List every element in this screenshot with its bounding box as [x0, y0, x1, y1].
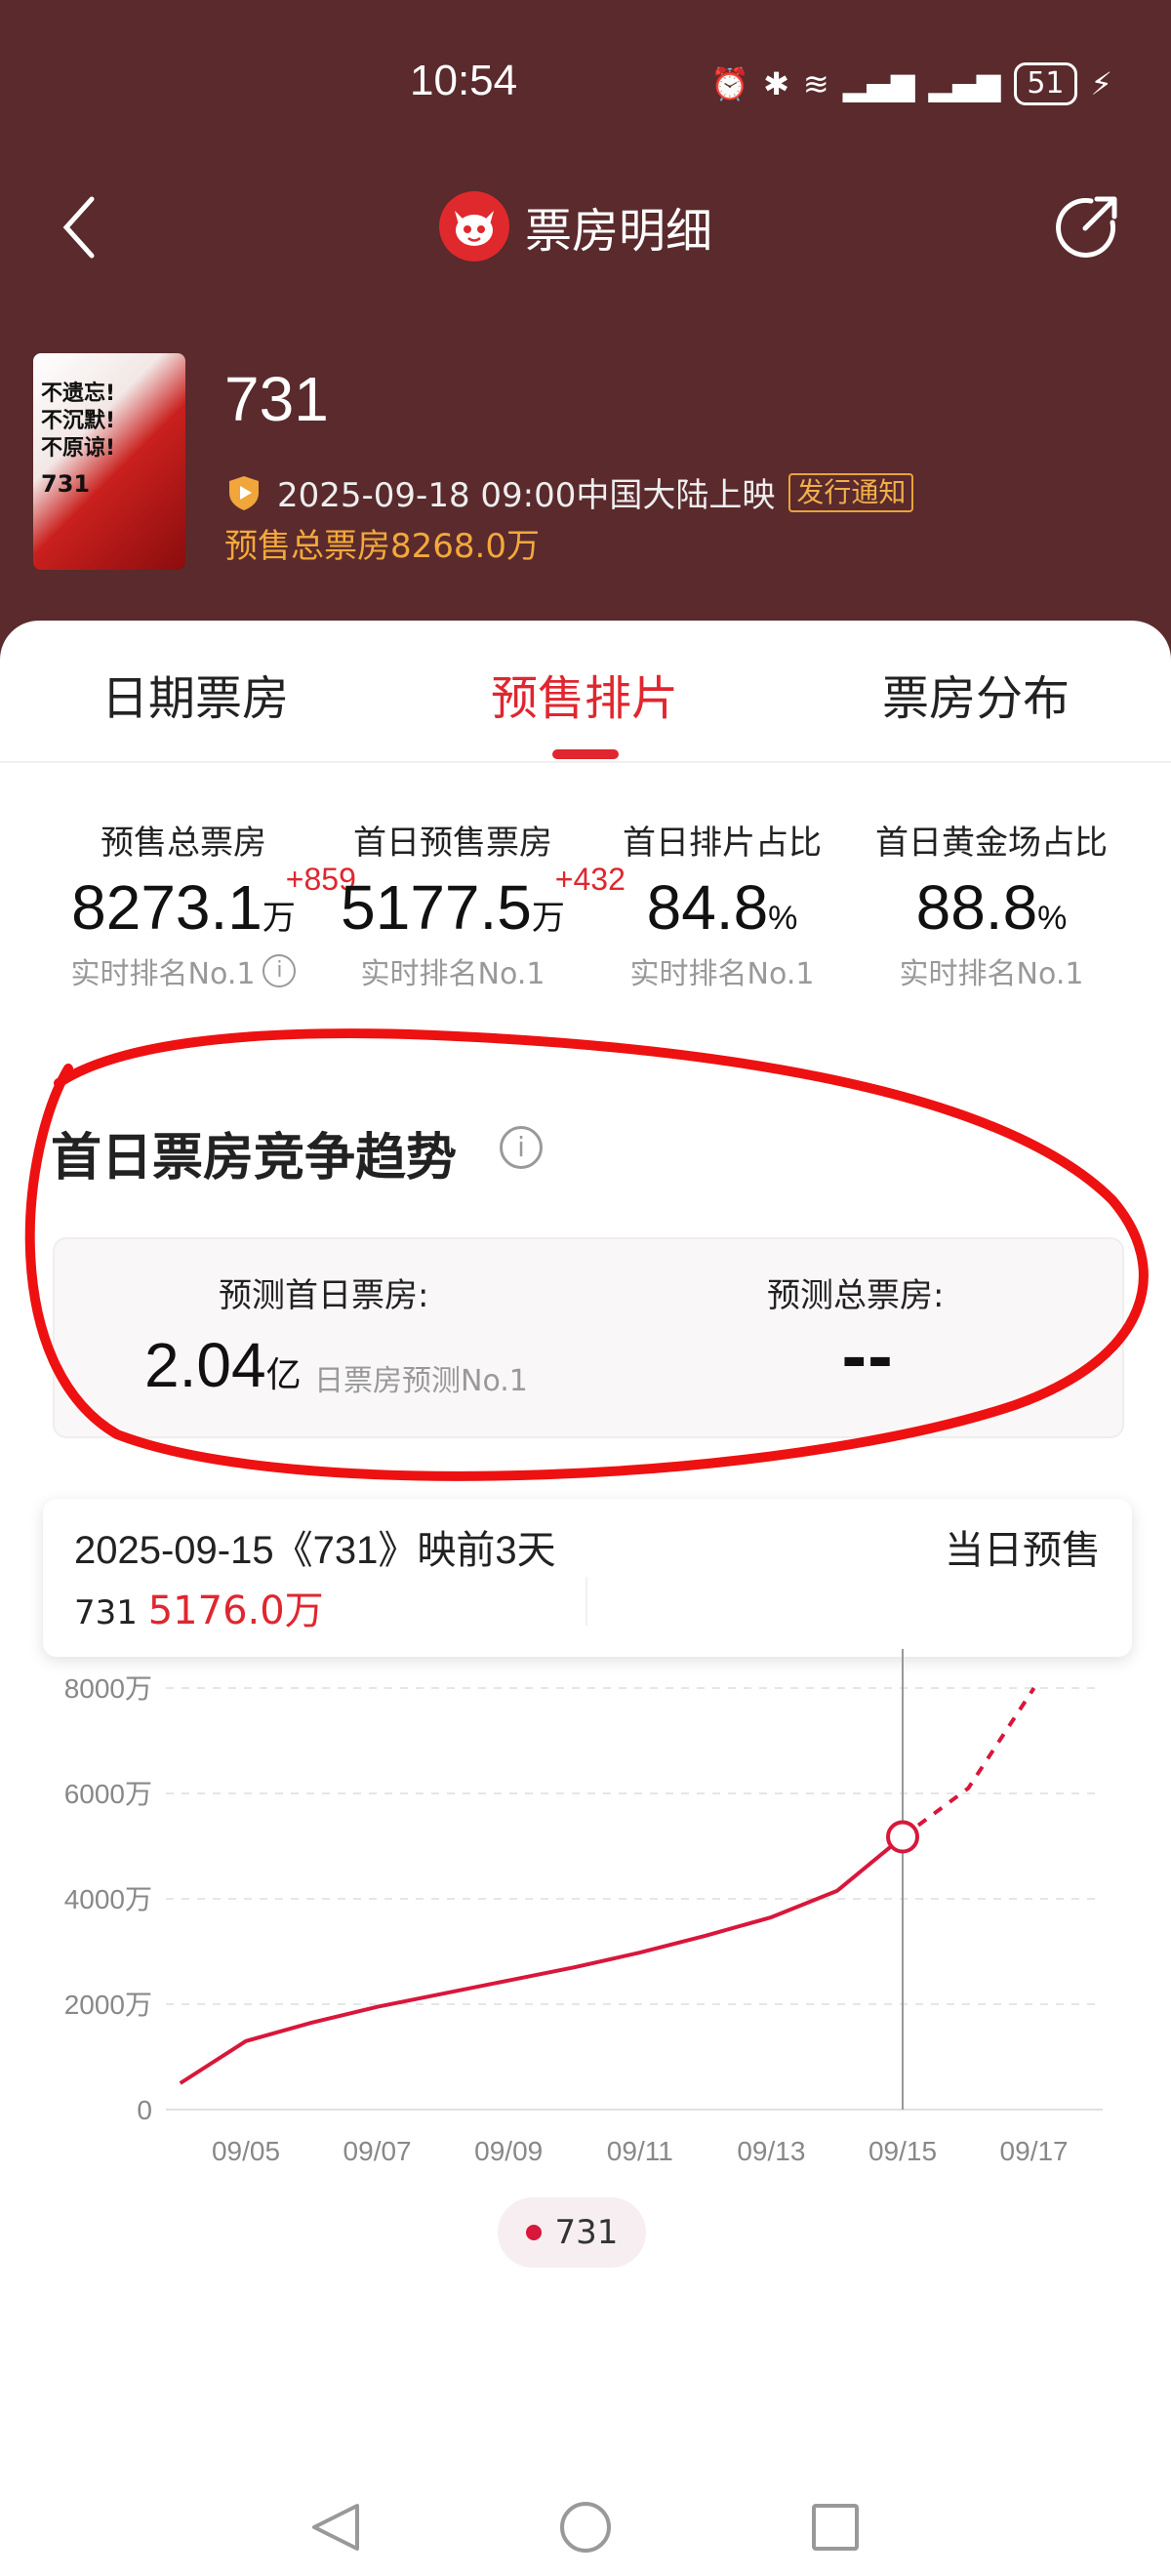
series-projection-731: [901, 1686, 1036, 1839]
tab-daily-box-office[interactable]: 日期票房: [101, 660, 289, 728]
tooltip-series: 731 5176.0万: [74, 1589, 324, 1633]
movie-poster[interactable]: 不遗忘! 不沉默! 不原谅! 731: [33, 353, 185, 570]
movie-title: 731: [224, 364, 329, 434]
maoyan-logo-icon: [439, 191, 509, 262]
nav-title-group: 票房明细: [439, 191, 712, 262]
system-nav-bar: [312, 2502, 859, 2553]
info-icon[interactable]: i: [262, 954, 297, 987]
nav-recents-icon[interactable]: [812, 2504, 859, 2551]
stat-label: 首日排片占比: [623, 824, 822, 863]
release-notify-badge[interactable]: 发行通知: [788, 472, 914, 512]
chart-tooltip: 2025-09-15《731》映前3天 当日预售 731 5176.0万: [43, 1499, 1132, 1657]
predict-total-label: 预测总票房:: [767, 1276, 945, 1315]
y-tick-label: 2000万: [64, 1990, 152, 2020]
predict-first-day-rank: 日票房预测No.1: [314, 1364, 528, 1398]
stats-row: 预售总票房 8273.1万 +859 实时排名No.1 i 首日预售票房 5177.…: [0, 816, 1171, 1011]
y-tick-label: 4000万: [64, 1884, 152, 1914]
x-tick-label: 09/11: [607, 2136, 673, 2166]
nav-bar: 票房明细: [0, 176, 1171, 273]
predict-first-day-label: 预测首日票房:: [219, 1276, 429, 1315]
tooltip-divider: [586, 1577, 587, 1626]
bluetooth-icon: ✱: [763, 65, 789, 102]
predict-total-value: --: [841, 1323, 894, 1395]
predict-first-day-value: 2.04亿: [144, 1330, 302, 1400]
stat-value: 8273.1万 +859: [71, 862, 356, 943]
box-office-trend-chart[interactable]: 0 2000万 4000万 6000万 8000万 09/05 09/07 09/09 09/1…: [0, 1649, 1171, 2195]
tab-box-office-distribution[interactable]: 票房分布: [882, 660, 1070, 728]
page-title: 票房明细: [525, 206, 713, 258]
signal-4g-icon: ▂▄▆: [842, 65, 915, 102]
status-icons: ⏰ ✱ ≋ ▂▄▆ ▂▄▆ 51 ⚡: [710, 62, 1112, 105]
stat-first-day-golden-share: 首日黄金场占比 88.8% 实时排名No.1: [855, 816, 1128, 992]
poster-title: 731: [41, 470, 91, 498]
x-tick-label: 09/13: [737, 2136, 805, 2166]
share-icon[interactable]: [1052, 191, 1122, 262]
stat-label: 首日预售票房: [353, 824, 552, 863]
stat-rank: 实时排名No.1: [899, 957, 1084, 991]
presale-total: 预售总票房8268.0万: [224, 527, 540, 566]
active-tab-indicator: [552, 749, 619, 759]
legend-label: 731: [554, 2213, 619, 2252]
stat-first-day-presale: 首日预售票房 5177.5万 +432 实时排名No.1: [316, 816, 626, 992]
signal-5g-icon: ▂▄▆: [928, 65, 1001, 102]
y-tick-label: 0: [137, 2095, 152, 2125]
prediction-box: 预测首日票房: 2.04亿 日票房预测No.1 预测总票房: --: [53, 1237, 1124, 1438]
y-tick-label: 8000万: [64, 1673, 152, 1704]
release-line: 2025-09-18 09:00中国大陆上映 发行通知: [224, 468, 914, 516]
stat-first-day-schedule-share: 首日排片占比 84.8% 实时排名No.1: [586, 816, 859, 992]
nav-home-icon[interactable]: [560, 2502, 611, 2553]
stat-value: 88.8%: [915, 872, 1068, 943]
legend-dot: [525, 2225, 542, 2240]
header: 10:54 ⏰ ✱ ≋ ▂▄▆ ▂▄▆ 51 ⚡ 票房明细 不遗忘! 不沉默! …: [0, 0, 1171, 683]
stat-presale-total: 预售总票房 8273.1万 +859 实时排名No.1 i: [47, 816, 356, 992]
battery-icon: 51: [1014, 62, 1077, 105]
stat-rank: 实时排名No.1: [360, 957, 545, 991]
highlight-point: [886, 1820, 919, 1854]
series-line-731: [179, 1834, 905, 2085]
tooltip-right-label: 当日预售: [945, 1528, 1101, 1573]
x-tick-label: 09/07: [343, 2136, 412, 2166]
alarm-icon: ⏰: [710, 65, 750, 102]
stat-label: 首日黄金场占比: [875, 824, 1108, 863]
tooltip-date: 2025-09-15《731》映前3天: [74, 1529, 556, 1572]
shield-play-icon: [229, 475, 259, 510]
status-time: 10:54: [410, 57, 518, 104]
trend-section-title: 首日票房竞争趋势: [51, 1130, 458, 1187]
status-bar: 10:54 ⏰ ✱ ≋ ▂▄▆ ▂▄▆ 51 ⚡: [0, 57, 1171, 115]
x-tick-label: 09/15: [868, 2136, 937, 2166]
poster-slogan: 不遗忘! 不沉默! 不原谅!: [41, 382, 116, 461]
stat-label: 预售总票房: [101, 824, 266, 863]
charging-icon: ⚡: [1090, 65, 1112, 102]
x-tick-label: 09/17: [1000, 2136, 1069, 2166]
back-icon[interactable]: [57, 193, 105, 262]
legend-item[interactable]: 731: [498, 2197, 646, 2268]
stat-rank: 实时排名No.1: [629, 957, 815, 991]
stat-value: 5177.5万 +432: [341, 862, 626, 943]
y-tick-label: 6000万: [64, 1779, 152, 1809]
info-icon[interactable]: i: [500, 1126, 543, 1169]
stat-rank: 实时排名No.1 i: [47, 949, 320, 992]
tab-bar: 日期票房 预售排片 票房分布: [0, 621, 1171, 763]
release-date: 2025-09-18 09:00中国大陆上映: [277, 476, 776, 515]
wifi-icon: ≋: [802, 65, 829, 102]
x-tick-label: 09/09: [474, 2136, 543, 2166]
nav-back-icon[interactable]: [312, 2504, 359, 2551]
stat-value: 84.8%: [646, 872, 798, 943]
x-tick-label: 09/05: [212, 2136, 280, 2166]
movie-info: 不遗忘! 不沉默! 不原谅! 731 731 2025-09-18 09:00中…: [33, 353, 1146, 578]
tab-presale-schedule[interactable]: 预售排片: [491, 660, 678, 728]
